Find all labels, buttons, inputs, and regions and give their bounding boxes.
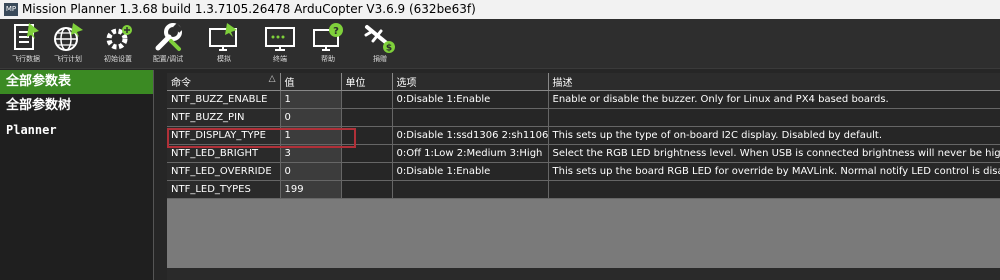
param-options-cell: 0:Disable 1:Enable — [392, 162, 549, 181]
toolbar-label: 捐赠 — [373, 55, 387, 63]
row-highlight-box — [167, 128, 356, 148]
toolbar-button-flight-plan[interactable]: 飞行计划 — [42, 21, 94, 67]
column-header-command[interactable]: 命令 △ — [167, 73, 281, 91]
help-icon: ? — [313, 23, 343, 51]
sort-ascending-icon: △ — [268, 73, 276, 84]
param-description-cell — [548, 108, 1000, 127]
svg-text:?: ? — [333, 26, 339, 37]
sidebar-item-full-param-list[interactable]: 全部参数表 — [0, 70, 153, 94]
sidebar-item-full-param-tree[interactable]: 全部参数树 — [0, 94, 153, 118]
param-name-cell: NTF_LED_OVERRIDE — [167, 162, 281, 181]
toolbar-label: 配置/调试 — [152, 55, 184, 63]
param-value-cell[interactable]: 1 — [280, 90, 342, 109]
table-row[interactable]: NTF_BUZZ_ENABLE 1 0:Disable 1:Enable Ena… — [167, 90, 1000, 109]
main-pane: 命令 △ 值 单位 选项 描述 NTF_BUZZ_ENABLE 1 0:Disab… — [155, 70, 1000, 280]
column-header-units[interactable]: 单位 — [341, 73, 393, 91]
app-logo-icon: MP — [4, 3, 18, 16]
main-toolbar: 飞行数据 飞行计划 初始设置 配置/调试 模拟 终端 ? 帮助 $ 捐赠 — [0, 19, 1000, 69]
flight-data-icon — [14, 23, 39, 50]
param-options-cell: 0:Disable 1:Enable — [392, 90, 549, 109]
param-options-cell — [392, 108, 549, 127]
toolbar-label: 初始设置 — [104, 55, 132, 63]
toolbar-label: 帮助 — [321, 55, 335, 63]
param-name-cell: NTF_LED_TYPES — [167, 180, 281, 199]
param-value-cell[interactable]: 199 — [280, 180, 342, 199]
param-description-cell: Select the RGB LED brightness level. Whe… — [548, 144, 1000, 163]
param-units-cell — [341, 180, 393, 199]
param-options-cell — [392, 180, 549, 199]
param-units-cell — [341, 90, 393, 109]
window-title: Mission Planner 1.3.68 build 1.3.7105.26… — [22, 2, 476, 16]
param-units-cell — [341, 162, 393, 181]
simulation-icon — [209, 23, 237, 51]
param-description-cell: This sets up the board RGB LED for overr… — [548, 162, 1000, 181]
table-row[interactable]: NTF_BUZZ_PIN 0 — [167, 108, 1000, 127]
table-header-row: 命令 △ 值 单位 选项 描述 — [167, 73, 1000, 91]
param-name-cell: NTF_BUZZ_PIN — [167, 108, 281, 127]
param-name-cell: NTF_BUZZ_ENABLE — [167, 90, 281, 109]
toolbar-button-initial-setup[interactable]: 初始设置 — [92, 21, 144, 67]
param-description-cell: Enable or disable the buzzer. Only for L… — [548, 90, 1000, 109]
column-header-description[interactable]: 描述 — [548, 73, 1000, 91]
toolbar-button-help[interactable]: ? 帮助 — [302, 21, 354, 67]
param-options-cell: 0:Off 1:Low 2:Medium 3:High — [392, 144, 549, 163]
terminal-icon — [265, 27, 295, 51]
toolbar-button-terminal[interactable]: 终端 — [254, 21, 306, 67]
initial-setup-icon — [106, 25, 132, 50]
toolbar-label: 飞行计划 — [54, 55, 82, 63]
donate-icon: $ — [364, 25, 395, 54]
param-units-cell — [341, 108, 393, 127]
svg-text:$: $ — [386, 44, 392, 54]
param-description-cell — [548, 180, 1000, 199]
param-value-cell[interactable]: 0 — [280, 162, 342, 181]
sidebar-item-planner[interactable]: Planner — [0, 118, 153, 142]
grid-footer — [167, 268, 1000, 280]
toolbar-label: 终端 — [273, 55, 287, 63]
toolbar-button-donate[interactable]: $ 捐赠 — [354, 21, 406, 67]
column-header-value[interactable]: 值 — [280, 73, 342, 91]
flight-plan-icon — [54, 23, 83, 51]
table-row[interactable]: NTF_LED_OVERRIDE 0 0:Disable 1:Enable Th… — [167, 162, 1000, 181]
param-value-cell[interactable]: 0 — [280, 108, 342, 127]
toolbar-label: 模拟 — [217, 55, 231, 63]
column-header-label: 命令 — [171, 77, 191, 89]
parameter-grid: 命令 △ 值 单位 选项 描述 NTF_BUZZ_ENABLE 1 0:Disab… — [167, 73, 1000, 268]
toolbar-button-config-tuning[interactable]: 配置/调试 — [142, 21, 194, 67]
param-description-cell: This sets up the type of on-board I2C di… — [548, 126, 1000, 145]
param-options-cell: 0:Disable 1:ssd1306 2:sh1106 — [392, 126, 549, 145]
table-row[interactable]: NTF_LED_TYPES 199 — [167, 180, 1000, 199]
toolbar-button-simulation[interactable]: 模拟 — [198, 21, 250, 67]
sidebar: 全部参数表 全部参数树 Planner — [0, 70, 154, 280]
title-bar: MP Mission Planner 1.3.68 build 1.3.7105… — [0, 0, 1000, 19]
column-header-options[interactable]: 选项 — [392, 73, 549, 91]
config-tuning-icon — [155, 23, 183, 51]
